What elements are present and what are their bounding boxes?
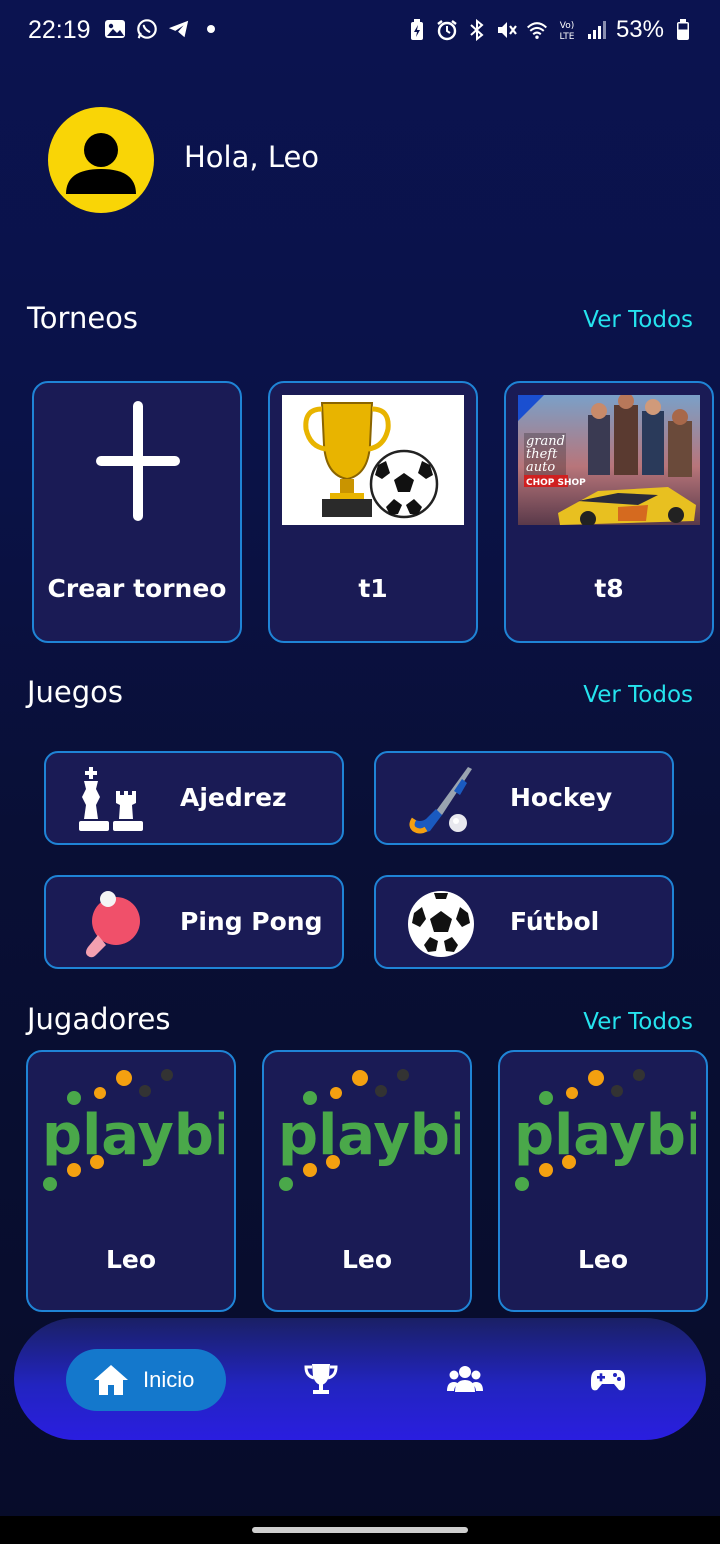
svg-text:LTE: LTE (559, 32, 574, 41)
game-label: Ping Pong (180, 907, 323, 936)
svg-text:CHOP SHOP: CHOP SHOP (526, 478, 586, 488)
tournaments-title: Torneos (27, 301, 139, 335)
playbit-logo-icon: playbit (514, 1069, 696, 1191)
battery-icon (672, 19, 694, 41)
create-tournament-card[interactable]: Crear torneo (32, 381, 242, 643)
bottom-nav: Inicio (14, 1318, 706, 1440)
plus-icon (96, 401, 180, 521)
players-title: Jugadores (27, 1002, 171, 1036)
home-icon (94, 1365, 128, 1395)
games-title: Juegos (27, 675, 124, 709)
alarm-icon (436, 19, 458, 41)
wifi-icon (526, 19, 548, 41)
mute-icon (496, 19, 518, 41)
hockey-stick-icon (409, 767, 472, 834)
signal-icon (586, 19, 608, 41)
nav-home-button[interactable]: Inicio (66, 1349, 226, 1411)
status-bar: 22:19 Vo) LTE 53% (0, 0, 720, 64)
tournament-card-t1[interactable]: t1 (268, 381, 478, 643)
players-see-all-link[interactable]: Ver Todos (583, 1009, 693, 1035)
playbit-logo-icon: playbit (42, 1069, 224, 1191)
tournaments-see-all-link[interactable]: Ver Todos (583, 307, 693, 333)
create-tournament-label: Crear torneo (47, 574, 227, 603)
chess-icon (79, 767, 143, 831)
nav-home-label: Inicio (143, 1367, 195, 1392)
trophy-soccer-image (282, 395, 464, 525)
svg-text:playbit: playbit (278, 1103, 460, 1168)
gamepad-icon[interactable] (590, 1362, 626, 1396)
game-card-hockey[interactable]: Hockey (374, 751, 674, 845)
user-icon (66, 133, 136, 194)
player-card[interactable]: playbit Leo (262, 1050, 472, 1312)
dot-icon (200, 18, 222, 40)
games-see-all-link[interactable]: Ver Todos (583, 682, 693, 708)
tournament-label: t8 (594, 574, 624, 603)
bluetooth-icon (466, 19, 488, 41)
greeting-text: Hola, Leo (184, 140, 320, 174)
player-card[interactable]: playbit Leo (26, 1050, 236, 1312)
avatar[interactable] (48, 107, 154, 213)
telegram-icon (168, 18, 190, 40)
player-card[interactable]: playbit Leo (498, 1050, 708, 1312)
game-label: Fútbol (510, 907, 600, 936)
game-card-ping-pong[interactable]: Ping Pong (44, 875, 344, 969)
soccer-ball-icon (408, 891, 474, 957)
svg-text:playbit: playbit (514, 1103, 696, 1168)
home-indicator[interactable] (252, 1527, 468, 1533)
player-name: Leo (577, 1245, 629, 1274)
status-time: 22:19 (28, 16, 91, 44)
trophy-icon[interactable] (303, 1362, 339, 1396)
group-icon[interactable] (447, 1362, 483, 1396)
gallery-icon (104, 18, 126, 40)
game-card-ajedrez[interactable]: Ajedrez (44, 751, 344, 845)
player-name: Leo (105, 1245, 157, 1274)
system-navigation-bar (0, 1516, 720, 1544)
svg-text:Vo): Vo) (560, 21, 574, 31)
svg-text:auto: auto (526, 460, 555, 475)
battery-saver-icon (406, 19, 428, 41)
whatsapp-icon (136, 18, 158, 40)
player-name: Leo (341, 1245, 393, 1274)
svg-text:playbit: playbit (42, 1103, 224, 1168)
game-label: Hockey (510, 783, 613, 812)
tournament-label: t1 (358, 574, 388, 603)
game-label: Ajedrez (180, 783, 287, 812)
game-card-futbol[interactable]: Fútbol (374, 875, 674, 969)
battery-percent: 53% (615, 16, 664, 43)
playbit-logo-icon: playbit (278, 1069, 460, 1191)
tournament-card-t8[interactable]: grand theft auto CHOP SHOP t8 (504, 381, 714, 643)
ping-pong-icon (86, 891, 140, 958)
gta-chop-shop-image: grand theft auto CHOP SHOP (518, 395, 700, 525)
volte-icon: Vo) LTE (556, 19, 578, 41)
